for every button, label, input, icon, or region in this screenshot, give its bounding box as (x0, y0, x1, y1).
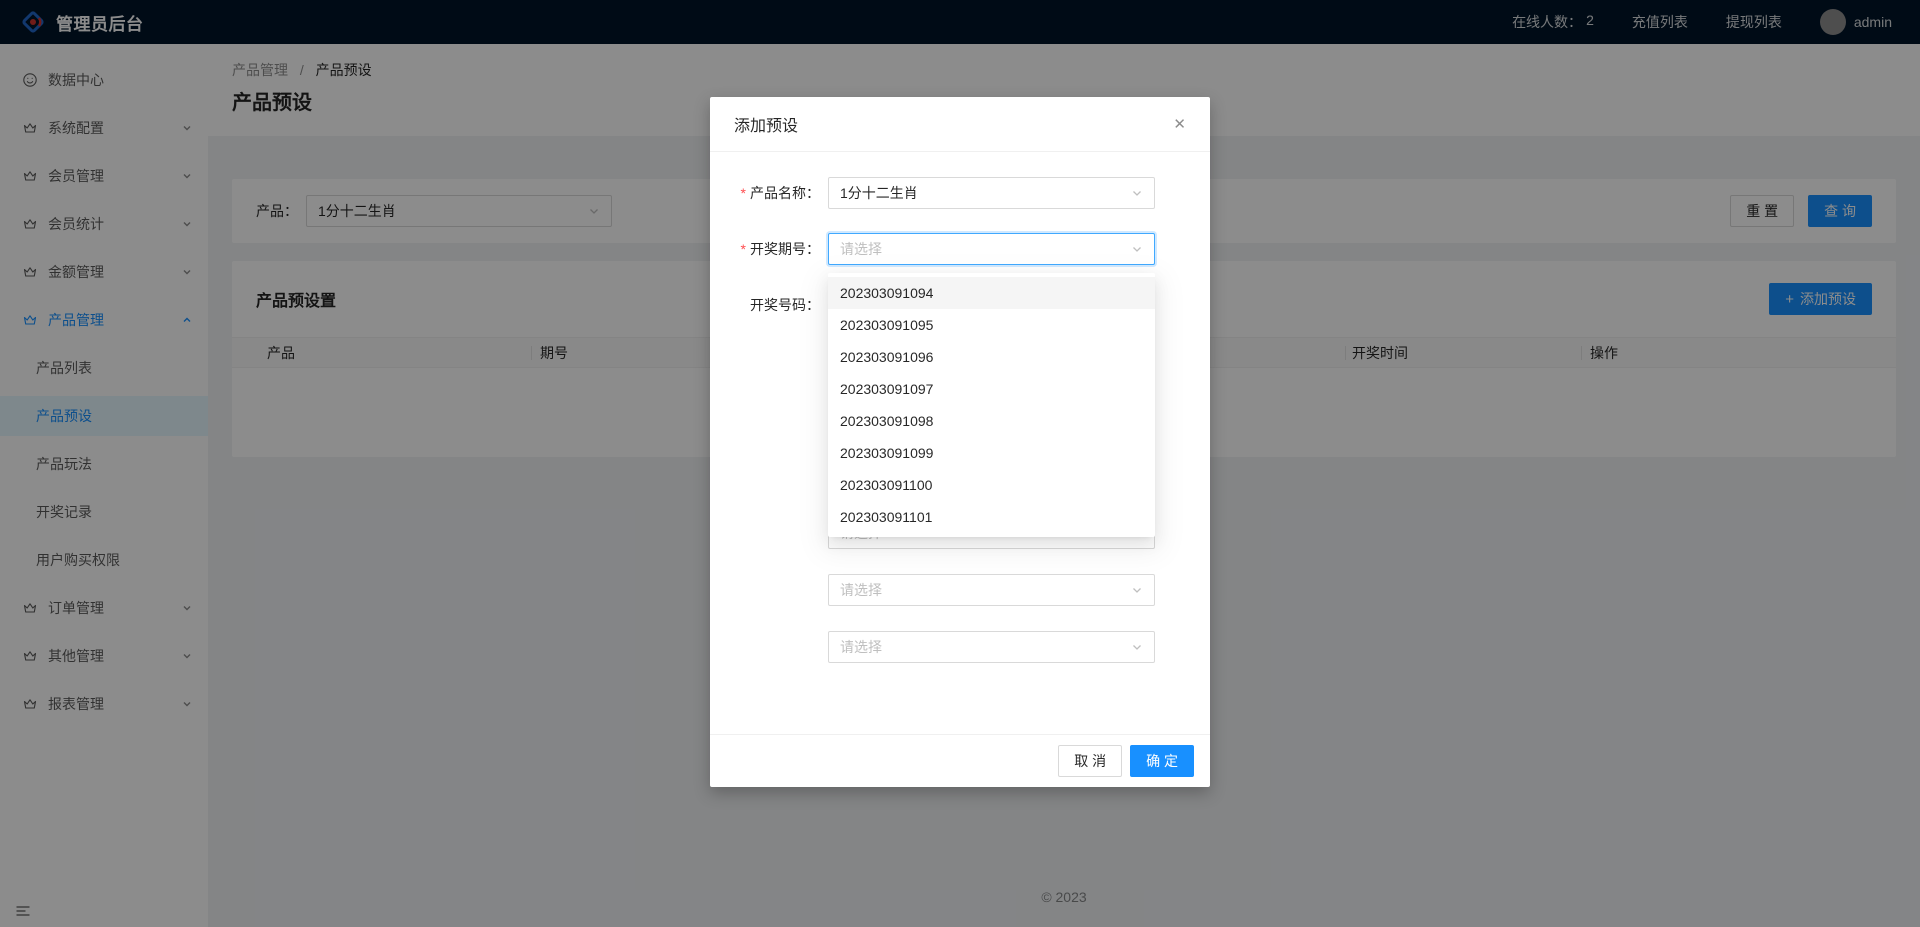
draw-issue-dropdown: 202303091094 202303091095 202303091096 2… (828, 273, 1155, 537)
product-name-value: 1分十二生肖 (840, 183, 918, 203)
close-icon[interactable]: ✕ (1173, 115, 1186, 133)
dropdown-option[interactable]: 202303091096 (828, 341, 1155, 373)
draw-issue-select[interactable]: 请选择 (828, 233, 1155, 265)
dropdown-option[interactable]: 202303091097 (828, 373, 1155, 405)
product-name-label: *产品名称： (710, 177, 820, 209)
dropdown-option[interactable]: 202303091095 (828, 309, 1155, 341)
modal-title: 添加预设 (734, 112, 798, 136)
confirm-button[interactable]: 确 定 (1130, 745, 1194, 777)
dropdown-option[interactable]: 202303091098 (828, 405, 1155, 437)
required-asterisk: * (741, 241, 746, 257)
draw-issue-label: *开奖期号： (710, 233, 820, 265)
chevron-down-icon (1131, 243, 1143, 255)
required-asterisk: * (741, 185, 746, 201)
chevron-down-icon (1131, 584, 1143, 596)
chevron-down-icon (1131, 187, 1143, 199)
modal-header: 添加预设 ✕ (710, 97, 1210, 152)
draw-number-select-7[interactable]: 请选择 (828, 631, 1155, 663)
product-name-select[interactable]: 1分十二生肖 (828, 177, 1155, 209)
draw-number-select-6[interactable]: 请选择 (828, 574, 1155, 606)
dropdown-option[interactable]: 202303091094 (828, 277, 1155, 309)
dropdown-option[interactable]: 202303091100 (828, 469, 1155, 501)
chevron-down-icon (1131, 641, 1143, 653)
cancel-button[interactable]: 取 消 (1058, 745, 1122, 777)
draw-numbers-label: 开奖号码： (710, 289, 820, 321)
modal-footer: 取 消 确 定 (710, 734, 1210, 787)
dropdown-option[interactable]: 202303091099 (828, 437, 1155, 469)
draw-issue-placeholder: 请选择 (840, 239, 882, 259)
dropdown-option[interactable]: 202303091101 (828, 501, 1155, 533)
